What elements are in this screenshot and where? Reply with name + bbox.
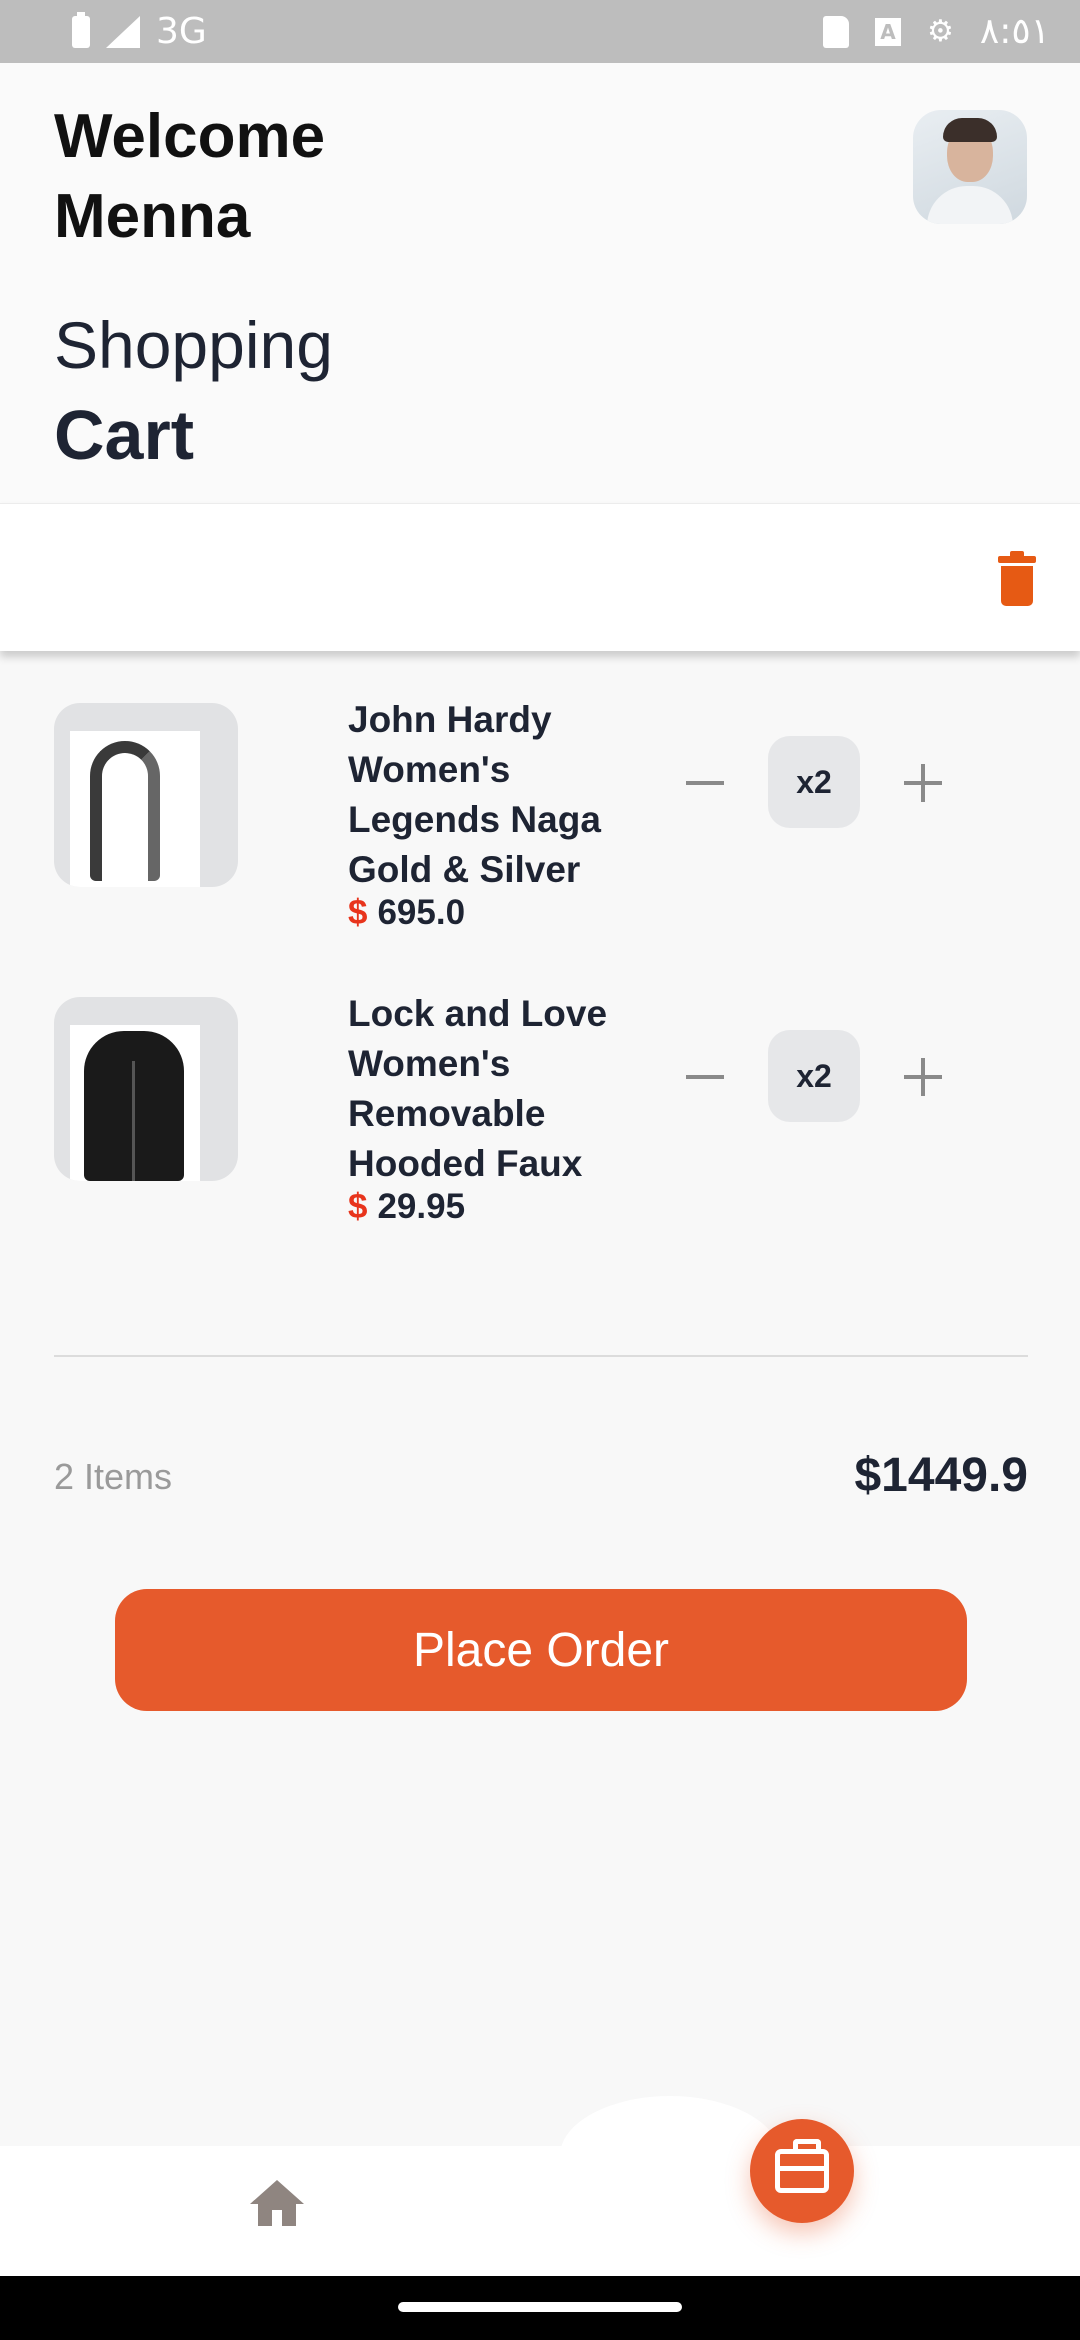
currency-symbol: $: [348, 893, 368, 932]
sd-card-icon: [822, 15, 849, 48]
cart-toolbar: [0, 503, 1080, 651]
jacket-image: [70, 1025, 200, 1181]
cart-total: $1449.9: [854, 1449, 1028, 1502]
home-roof: [250, 2180, 304, 2204]
bracelet-chain: [90, 741, 160, 881]
keyboard-a-icon: A: [874, 17, 901, 46]
product-price: $695.0: [348, 893, 465, 933]
product-image[interactable]: [54, 703, 238, 887]
avatar-hair: [943, 118, 997, 142]
trash-lid: [998, 551, 1036, 563]
network-type: 3G: [156, 11, 207, 52]
welcome-text: Welcome Menna: [54, 97, 325, 257]
increase-quantity-button[interactable]: [904, 764, 942, 802]
bottom-nav: [0, 2146, 1080, 2276]
status-right: A ⚙ ٨:٥١: [822, 11, 1050, 52]
increase-quantity-button[interactable]: [904, 1058, 942, 1096]
product-name[interactable]: John Hardy Women's Legends Naga Gold & S…: [348, 695, 618, 891]
user-name: Menna: [54, 182, 251, 251]
product-price: $29.95: [348, 1187, 465, 1227]
delete-icon[interactable]: [998, 551, 1036, 606]
settings-icon: ⚙: [926, 14, 954, 49]
home-icon[interactable]: [250, 2180, 304, 2226]
status-bar: 3G A ⚙ ٨:٥١: [0, 0, 1080, 63]
cart-item: John Hardy Women's Legends Naga Gold & S…: [0, 699, 1080, 963]
header: Welcome Menna Shopping Cart: [0, 63, 1080, 503]
items-count: 2 Items: [54, 1456, 173, 1497]
cart-fab-button[interactable]: [750, 2119, 854, 2223]
page-title-line2: Cart: [54, 396, 195, 474]
product-name[interactable]: Lock and Love Women's Removable Hooded F…: [348, 989, 618, 1185]
place-order-button[interactable]: Place Order: [115, 1589, 967, 1711]
quantity-badge: x2: [768, 736, 860, 828]
price-value: 29.95: [377, 1187, 466, 1226]
price-value: 695.0: [377, 893, 466, 932]
product-image[interactable]: [54, 997, 238, 1181]
battery-icon: [72, 11, 90, 48]
bracelet-image: [70, 731, 200, 887]
divider: [54, 1355, 1028, 1357]
cart-item: Lock and Love Women's Removable Hooded F…: [0, 993, 1080, 1257]
page-title-line1: Shopping: [54, 308, 333, 382]
avatar[interactable]: [913, 110, 1027, 224]
quantity-badge: x2: [768, 1030, 860, 1122]
status-left: 3G: [72, 11, 207, 52]
home-gesture-pill[interactable]: [398, 2302, 682, 2312]
decrease-quantity-button[interactable]: [686, 781, 724, 785]
avatar-shirt: [927, 186, 1013, 224]
jacket-shape: [84, 1031, 184, 1181]
currency-symbol: $: [348, 1187, 368, 1226]
home-door: [272, 2210, 282, 2226]
trash-body: [1001, 566, 1033, 606]
decrease-quantity-button[interactable]: [686, 1075, 724, 1079]
briefcase-icon: [775, 2139, 829, 2193]
welcome-line: Welcome: [54, 102, 326, 171]
signal-icon: [106, 15, 140, 48]
clock: ٨:٥١: [979, 11, 1050, 52]
